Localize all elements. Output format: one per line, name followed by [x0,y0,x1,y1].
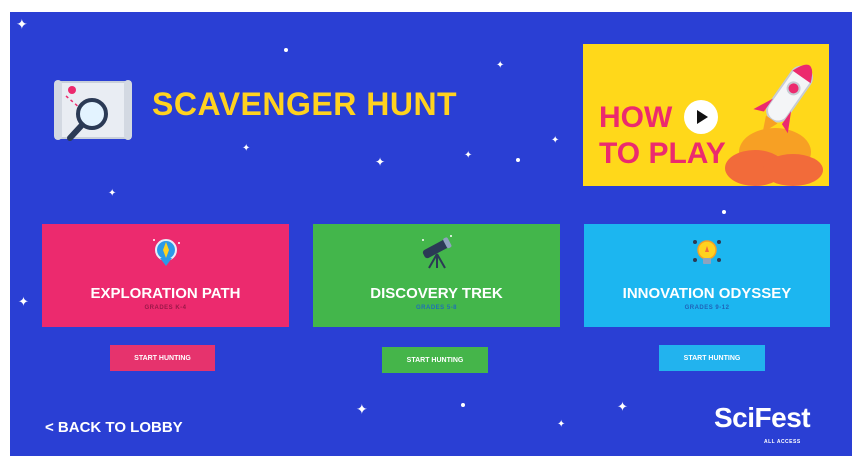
star-icon: ✦ [617,400,628,415]
play-icon [697,110,708,124]
how-to-play-video[interactable]: HOW TO PLAY [583,44,829,186]
scavenger-hunt-screen: ✦ ✦ ✦ ✦ ✦ ✦ ✦ ✦ ✦ ✦ ✦ SCAVENGER HUNT HOW… [0,0,852,456]
star-icon: ✦ [356,402,368,418]
card-title: INNOVATION ODYSSEY [622,285,792,302]
start-hunting-button-innovation[interactable]: START HUNTING [659,345,765,371]
star-icon: ✦ [18,295,29,310]
star-dot [284,48,288,52]
star-icon: ✦ [242,143,251,154]
star-dot [722,210,726,214]
exploration-path-card[interactable]: EXPLORATION PATH GRADES K-4 [42,224,289,327]
back-to-lobby-link[interactable]: < BACK TO LOBBY [45,419,183,436]
scifest-logo: SciFest [714,402,811,433]
treasure-map-icon [52,76,138,148]
star-dot [516,158,520,162]
discovery-trek-card[interactable]: DISCOVERY TREK GRADES 5-8 [313,224,560,327]
how-to-play-line1: HOW [599,101,673,134]
compass-pin-icon [146,232,186,277]
card-title: DISCOVERY TREK [370,285,503,302]
innovation-odyssey-card[interactable]: INNOVATION ODYSSEY GRADES 9-12 [584,224,830,327]
star-icon: ✦ [551,135,560,146]
star-icon: ✦ [108,188,117,199]
star-icon: ✦ [375,155,386,169]
star-icon: ✦ [496,60,505,71]
star-icon: ✦ [16,17,28,33]
star-dot [461,403,465,407]
card-grade-level: GRADES 9-12 [684,305,730,311]
logo-tagline: ALL ACCESS [764,439,801,445]
card-grade-level: GRADES 5-8 [415,305,457,311]
start-hunting-button-discovery[interactable]: START HUNTING [382,347,488,373]
card-grade-level: GRADES K-4 [144,305,187,311]
star-icon: ✦ [464,150,473,161]
card-title: EXPLORATION PATH [90,285,241,302]
page-title: SCAVENGER HUNT [152,86,458,122]
telescope-icon [417,232,457,277]
how-to-play-line2: TO PLAY [599,137,726,170]
start-hunting-button-exploration[interactable]: START HUNTING [110,345,215,371]
play-button[interactable] [684,100,718,134]
star-icon: ✦ [557,419,566,430]
lightbulb-icon [687,232,727,277]
